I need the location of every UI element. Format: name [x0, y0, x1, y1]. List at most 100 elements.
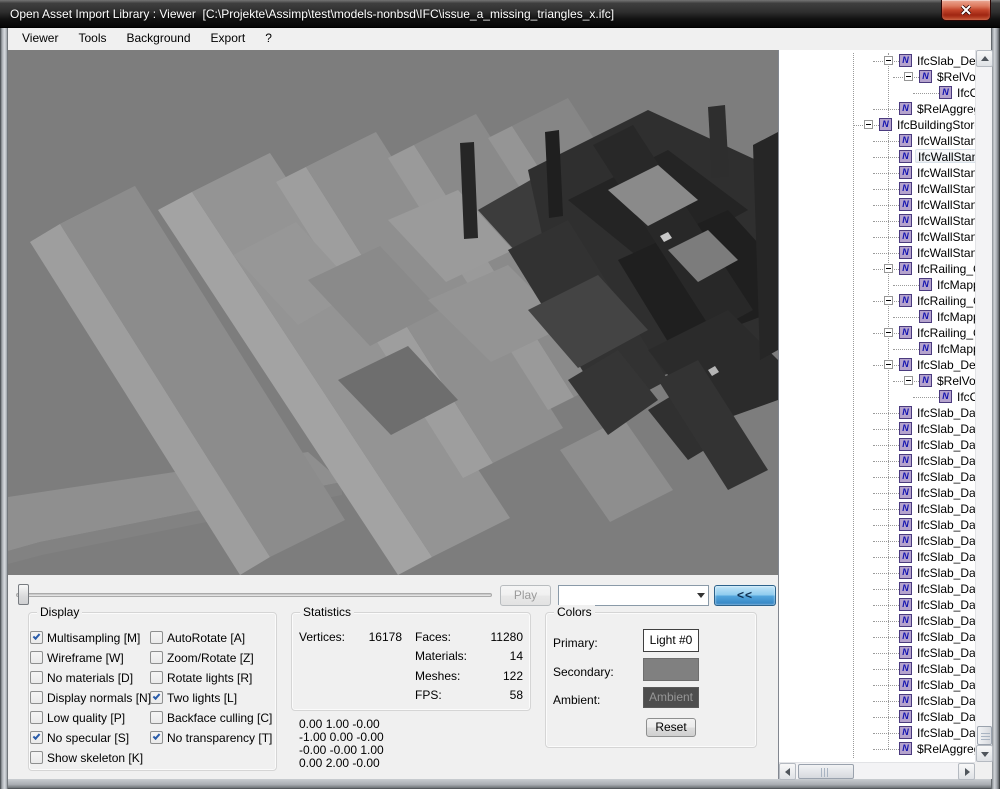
tree-item-label[interactable]: IfcWallStan — [915, 198, 975, 212]
tree-item-label[interactable]: IfcSlab_Dac — [915, 502, 975, 516]
tree-item-label[interactable]: IfcSlab_Dac — [915, 630, 975, 644]
tree-item[interactable]: NIfcSlab_Dac — [779, 469, 975, 485]
tree-expander-collapse[interactable] — [884, 264, 893, 273]
tree-item-label[interactable]: IfcSlab_Dac — [915, 534, 975, 548]
tree-item[interactable]: NIfcSlab_Dac — [779, 437, 975, 453]
checkbox-no-specular[interactable] — [30, 731, 43, 744]
reset-colors-button[interactable]: Reset — [646, 718, 696, 737]
tree-item[interactable]: NIfcSlab_Dac — [779, 725, 975, 741]
animation-slider[interactable] — [16, 593, 492, 597]
tree-item[interactable]: NIfcWallStan — [779, 245, 975, 261]
tree-expander-collapse[interactable] — [904, 72, 913, 81]
checkbox-no-materials[interactable] — [30, 671, 43, 684]
tree-item-label[interactable]: IfcSlab_Dac — [915, 486, 975, 500]
tree-item-label[interactable]: IfcSlab_Dac — [915, 582, 975, 596]
checkbox-backface-culling[interactable] — [150, 711, 163, 724]
checkbox-label[interactable]: Display normals [N] — [47, 691, 151, 705]
tree-item-label[interactable]: IfcO — [955, 390, 975, 404]
tree-item[interactable]: NIfcSlab_Dac — [779, 405, 975, 421]
checkbox-wireframe[interactable] — [30, 651, 43, 664]
tree-item[interactable]: NIfcBuildingStorey — [779, 117, 975, 133]
checkbox-label[interactable]: Show skeleton [K] — [47, 751, 143, 765]
horizontal-scroll-thumb[interactable] — [798, 764, 854, 779]
tree-item-label[interactable]: $RelAggreg — [915, 102, 975, 116]
checkbox-display-normals[interactable] — [30, 691, 43, 704]
tree-item[interactable]: NIfcSlab_Dac — [779, 453, 975, 469]
tree-item[interactable]: NIfcWallStan — [779, 165, 975, 181]
tree-item-label[interactable]: IfcO — [955, 86, 975, 100]
checkbox-label[interactable]: Wireframe [W] — [47, 651, 124, 665]
tree-item-label[interactable]: IfcSlab_Dac — [915, 454, 975, 468]
tree-item-label[interactable]: IfcSlab_Dac — [915, 566, 975, 580]
tree-item[interactable]: NIfcSlab_Dac — [779, 501, 975, 517]
checkbox-no-transparency[interactable] — [150, 731, 163, 744]
checkbox-label[interactable]: AutoRotate [A] — [167, 631, 245, 645]
tree-item-label[interactable]: IfcWallStan — [915, 166, 975, 180]
scroll-down-button[interactable] — [976, 745, 993, 762]
tree-item-label[interactable]: IfcMapp — [935, 278, 975, 292]
tree-item-label[interactable]: IfcRailing_G — [915, 262, 975, 276]
tree-item-label[interactable]: IfcSlab_Dac — [915, 598, 975, 612]
checkbox-label[interactable]: No transparency [T] — [167, 731, 272, 745]
tree-item[interactable]: NIfcWallStan — [779, 181, 975, 197]
checkbox-label[interactable]: No specular [S] — [47, 731, 129, 745]
menu-item-tools[interactable]: Tools — [68, 28, 116, 50]
tree-item[interactable]: NIfcSlab_Dac — [779, 533, 975, 549]
checkbox-label[interactable]: Backface culling [C] — [167, 711, 272, 725]
tree-item[interactable]: NIfcRailing_G — [779, 325, 975, 341]
scroll-up-button[interactable] — [976, 50, 993, 67]
tree-item-label[interactable]: $RelVoi — [935, 70, 975, 84]
tree-item-label[interactable]: IfcSlab_Dac — [915, 726, 975, 740]
checkbox-rotate-lights[interactable] — [150, 671, 163, 684]
checkbox-zoom-rotate[interactable] — [150, 651, 163, 664]
tree-item-label[interactable]: IfcSlab_Dac — [915, 646, 975, 660]
tree-item[interactable]: NIfcMapp — [779, 277, 975, 293]
checkbox-label[interactable]: Zoom/Rotate [Z] — [167, 651, 254, 665]
tree-item[interactable]: N$RelAggreg — [779, 101, 975, 117]
tree-item[interactable]: NIfcSlab_Dac — [779, 677, 975, 693]
menu-item-background[interactable]: Background — [116, 28, 200, 50]
play-button[interactable]: Play — [500, 585, 551, 606]
tree-item-label[interactable]: IfcSlab_Dac — [915, 694, 975, 708]
tree-item[interactable]: NIfcSlab_Dec — [779, 53, 975, 69]
checkbox-label[interactable]: Low quality [P] — [47, 711, 125, 725]
menu-item-?[interactable]: ? — [255, 28, 282, 50]
tree-item[interactable]: NIfcWallStan — [779, 133, 975, 149]
checkbox-multisampling[interactable] — [30, 631, 43, 644]
tree-item[interactable]: NIfcRailing_G — [779, 261, 975, 277]
tree-item[interactable]: NIfcWallStan — [779, 149, 975, 165]
tree-item-label[interactable]: IfcSlab_Dac — [915, 662, 975, 676]
tree-item[interactable]: N$RelAggreg — [779, 741, 975, 757]
tree-item-label[interactable]: IfcWallStan — [915, 230, 975, 244]
vertical-scroll-thumb[interactable] — [977, 726, 992, 745]
tree-item[interactable]: NIfcWallStan — [779, 197, 975, 213]
primary-color-button[interactable]: Light #0 — [643, 629, 699, 652]
tree-item-label[interactable]: IfcSlab_Dac — [915, 406, 975, 420]
tree-item[interactable]: NIfcMapp — [779, 309, 975, 325]
tree-item[interactable]: N$RelVoi — [779, 373, 975, 389]
checkbox-two-lights[interactable] — [150, 691, 163, 704]
tree-item-label[interactable]: IfcSlab_Dac — [915, 518, 975, 532]
tree-item[interactable]: NIfcSlab_Dac — [779, 613, 975, 629]
viewport-3d[interactable] — [8, 50, 778, 575]
tree-item[interactable]: NIfcWallStan — [779, 229, 975, 245]
tree-item[interactable]: NIfcWallStan — [779, 213, 975, 229]
close-button[interactable] — [941, 0, 991, 21]
secondary-color-button[interactable] — [643, 658, 699, 681]
menu-item-viewer[interactable]: Viewer — [12, 28, 68, 50]
tree-item-label[interactable]: IfcMapp — [935, 342, 975, 356]
tree-vertical-scrollbar[interactable] — [975, 50, 992, 762]
checkbox-label[interactable]: No materials [D] — [47, 671, 133, 685]
tree-item-label[interactable]: IfcSlab_Dac — [915, 678, 975, 692]
scroll-left-button[interactable] — [779, 763, 796, 780]
tree-item[interactable]: NIfcSlab_Dac — [779, 709, 975, 725]
ambient-color-button[interactable]: Ambient — [643, 687, 699, 708]
tree-item-label[interactable]: IfcSlab_Dec — [915, 358, 975, 372]
tree-item[interactable]: NIfcMapp — [779, 341, 975, 357]
tree-item[interactable]: NIfcSlab_Dac — [779, 485, 975, 501]
tree-item[interactable]: NIfcSlab_Dec — [779, 357, 975, 373]
tree-item[interactable]: NIfcRailing_G — [779, 293, 975, 309]
tree-item[interactable]: NIfcO — [779, 389, 975, 405]
tree-item-label[interactable]: IfcWallStan — [915, 214, 975, 228]
tree-expander-collapse[interactable] — [884, 296, 893, 305]
